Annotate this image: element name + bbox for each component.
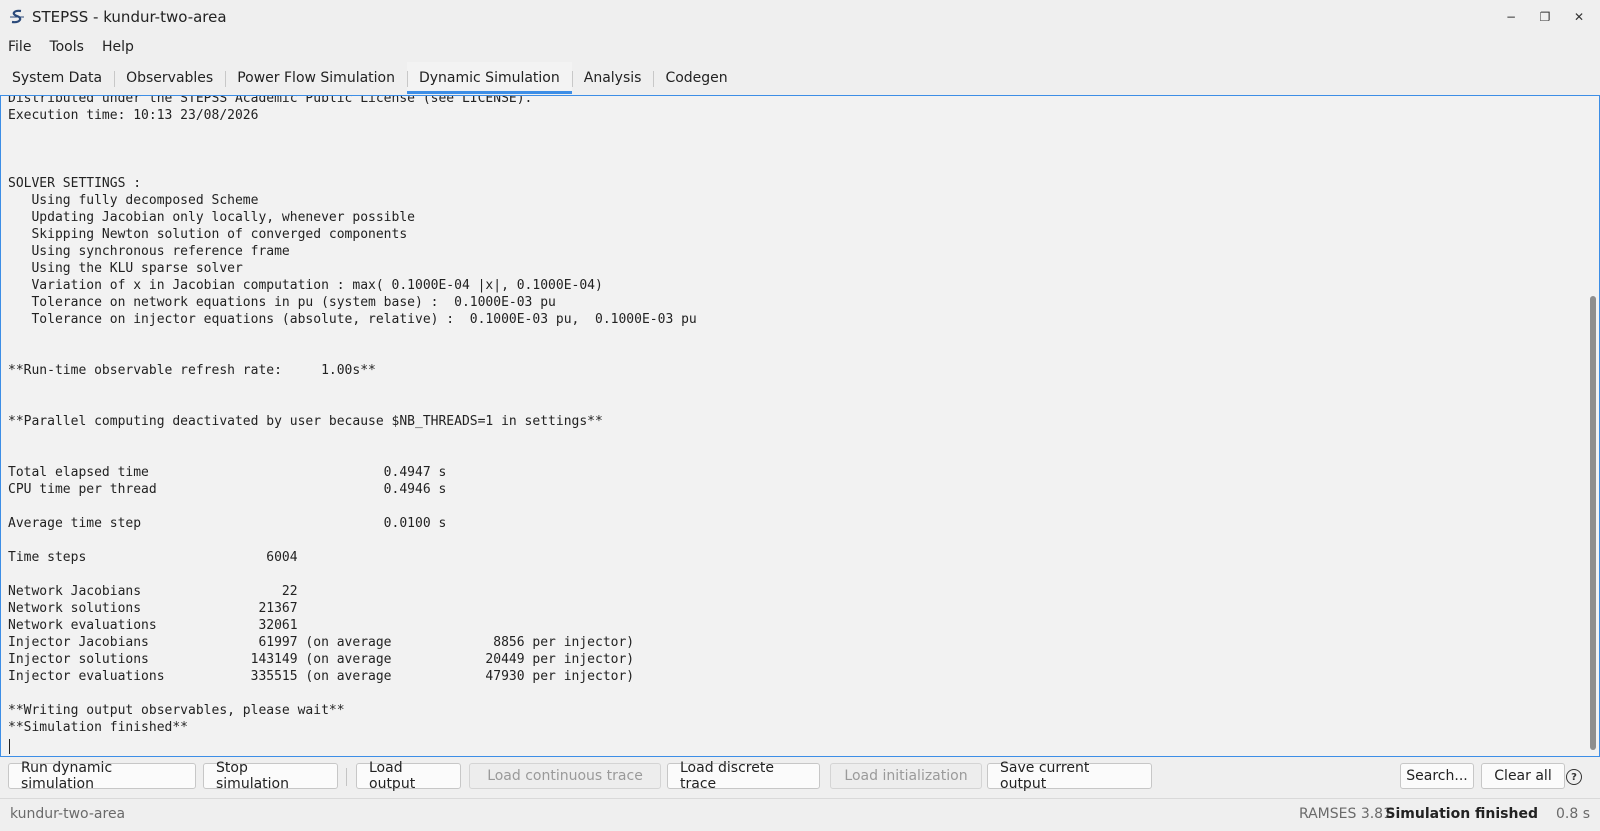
menu-help[interactable]: Help: [102, 37, 142, 57]
stop-simulation-button[interactable]: Stop simulation: [203, 760, 338, 792]
load-continuous-trace-button[interactable]: Load continuous trace: [469, 763, 661, 789]
status-message: Simulation finished: [1385, 806, 1538, 822]
tab-observables[interactable]: Observables: [114, 62, 225, 94]
tab-system-data[interactable]: System Data: [0, 62, 114, 94]
text-caret: [9, 739, 10, 754]
load-output-button[interactable]: Load output: [356, 760, 461, 792]
restore-icon[interactable]: ❐: [1534, 6, 1556, 28]
help-icon[interactable]: ?: [1566, 769, 1582, 785]
status-project-name: kundur-two-area: [10, 806, 126, 822]
tab-dynamic-simulation[interactable]: Dynamic Simulation: [406, 62, 572, 94]
console-scrollbar[interactable]: [1590, 296, 1596, 750]
close-icon[interactable]: ✕: [1568, 6, 1590, 28]
status-bar: kundur-two-area RAMSES 3.81 Simulation f…: [0, 798, 1600, 831]
title-bar: STEPSS - kundur-two-area − ❐ ✕: [0, 0, 1600, 34]
toolbar-separator: [346, 768, 347, 786]
tab-bar: System Data Observables Power Flow Simul…: [0, 62, 1600, 94]
run-dynamic-simulation-button[interactable]: Run dynamic simulation: [8, 760, 196, 792]
search-button[interactable]: Search...: [1400, 763, 1474, 789]
menu-tools[interactable]: Tools: [49, 37, 92, 57]
tab-codegen[interactable]: Codegen: [653, 62, 739, 94]
tab-power-flow-simulation[interactable]: Power Flow Simulation: [225, 62, 407, 94]
tab-analysis[interactable]: Analysis: [571, 62, 654, 94]
console-text: Distributed under the STEPSS Academic Pu…: [8, 95, 697, 735]
save-current-output-button[interactable]: Save current output: [987, 760, 1152, 792]
status-time: 0.8 s: [1555, 806, 1590, 822]
action-bar: Run dynamic simulation Stop simulation L…: [0, 757, 1600, 797]
window-title: STEPSS - kundur-two-area: [32, 8, 227, 26]
console-output[interactable]: Distributed under the STEPSS Academic Pu…: [0, 95, 1600, 757]
stepss-logo-icon: [8, 8, 26, 26]
status-version: RAMSES 3.81: [1298, 806, 1392, 822]
minimize-icon[interactable]: −: [1500, 6, 1522, 28]
menu-bar: File Tools Help: [0, 34, 152, 60]
clear-all-button[interactable]: Clear all: [1481, 763, 1565, 789]
load-discrete-trace-button[interactable]: Load discrete trace: [667, 760, 820, 792]
load-initialization-button[interactable]: Load initialization: [830, 763, 982, 789]
menu-file[interactable]: File: [8, 37, 39, 57]
